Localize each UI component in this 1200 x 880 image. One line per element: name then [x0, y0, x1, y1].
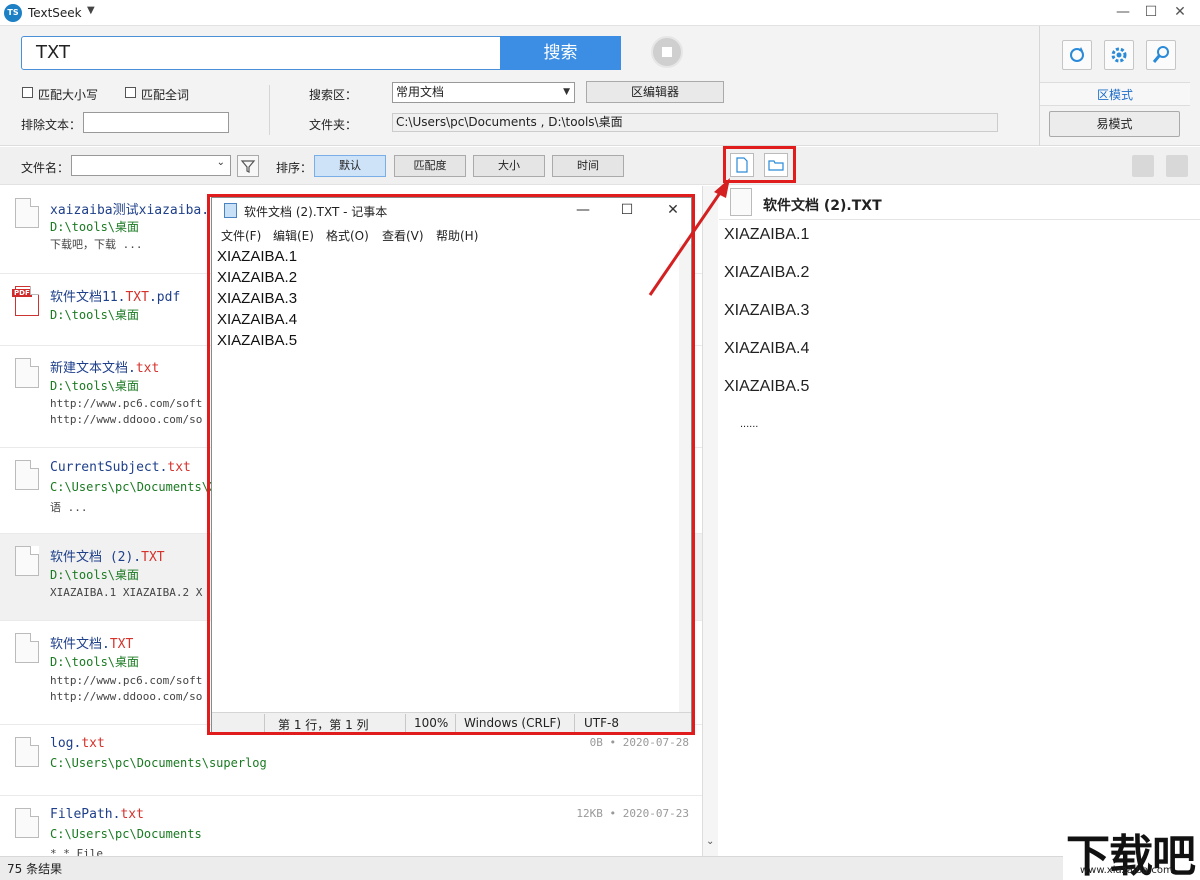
- preview-line: XIAZAIBA.5: [724, 378, 810, 395]
- text-file-icon: [15, 808, 39, 838]
- app-logo-icon: TS: [4, 4, 22, 22]
- text-file-icon: [15, 460, 39, 490]
- result-path: D:\tools\桌面: [50, 568, 140, 582]
- result-filename: 新建文本文档.txt: [50, 361, 160, 376]
- stop-icon: [662, 47, 672, 57]
- list-item[interactable]: log.txt C:\Users\pc\Documents\superlog 0…: [0, 725, 702, 796]
- settings-button[interactable]: [1104, 40, 1134, 70]
- result-snippet: 下载吧，下载 ...: [50, 238, 143, 251]
- stop-button[interactable]: [651, 36, 683, 68]
- pdf-file-icon: PDF: [12, 286, 39, 316]
- result-path: D:\tools\桌面: [50, 655, 140, 669]
- search-input[interactable]: TXT: [21, 36, 501, 70]
- text-file-icon: [15, 633, 39, 663]
- watermark-url: www.xiazaiba.com: [1080, 865, 1173, 876]
- text-file-icon: [15, 198, 39, 228]
- exclude-input[interactable]: [83, 112, 229, 133]
- result-snippet: * * File: [50, 847, 103, 856]
- folder-icon: [768, 160, 784, 171]
- folder-label: 文件夹：: [309, 118, 358, 132]
- dropdown-arrow-icon: ▼: [563, 87, 570, 97]
- result-filename: log.txt: [50, 736, 105, 751]
- result-snippet: http://www.pc6.com/soft: [50, 674, 203, 687]
- list-item[interactable]: FilePath.txt C:\Users\pc\Documents * * F…: [0, 796, 702, 856]
- match-case-checkbox[interactable]: [22, 87, 33, 98]
- preview-title: 软件文档 (2).TXT: [763, 198, 882, 214]
- zone-label: 搜索区：: [309, 88, 358, 102]
- easy-mode-button[interactable]: 易模式: [1049, 111, 1180, 137]
- result-filename: 软件文档 (2).TXT: [50, 550, 165, 565]
- folder-path-field[interactable]: C:\Users\pc\Documents , D:\tools\桌面: [392, 113, 998, 132]
- copy-icon[interactable]: [1132, 155, 1154, 177]
- sort-default-button[interactable]: 默认: [314, 155, 386, 177]
- notepad-highlight: [207, 194, 695, 735]
- result-filename: CurrentSubject.txt: [50, 460, 191, 475]
- sort-time-button[interactable]: 时间: [552, 155, 624, 177]
- result-filename: FilePath.txt: [50, 807, 144, 822]
- match-case-label: 匹配大小写: [38, 88, 99, 102]
- refresh-icon: [1070, 47, 1084, 62]
- filter-button[interactable]: [237, 155, 259, 177]
- result-path: D:\tools\桌面: [50, 308, 140, 322]
- text-file-icon: [15, 358, 39, 388]
- export-icon[interactable]: [1166, 155, 1188, 177]
- sort-relevance-button[interactable]: 匹配度: [394, 155, 466, 177]
- app-title: TextSeek: [28, 6, 82, 20]
- zone-select-value: 常用文档: [396, 85, 445, 99]
- result-path: C:\Users\pc\Documents: [50, 827, 202, 841]
- match-word-label: 匹配全词: [141, 88, 190, 102]
- annotation-arrow: [648, 178, 730, 296]
- result-snippet: http://www.pc6.com/soft: [50, 397, 203, 410]
- result-snippet: XIAZAIBA.1 XIAZAIBA.2 X: [50, 586, 203, 599]
- status-bar: [0, 856, 1200, 880]
- preview-line: XIAZAIBA.4: [724, 340, 810, 357]
- result-path: D:\tools\桌面: [50, 379, 140, 393]
- result-snippet: 语 ...: [50, 501, 88, 514]
- title-bar: [0, 0, 1200, 26]
- search-button[interactable]: 搜索: [500, 36, 621, 70]
- result-count: 75 条结果: [7, 862, 63, 876]
- close-button[interactable]: ✕: [1162, 0, 1198, 24]
- result-snippet: http://www.ddooo.com/so: [50, 413, 203, 426]
- chevron-down-icon: ⌄: [216, 157, 225, 168]
- zone-mode-tab[interactable]: 区模式: [1040, 82, 1190, 106]
- zone-select[interactable]: 常用文档 ▼: [392, 82, 575, 103]
- preview-line: XIAZAIBA.3: [724, 302, 810, 319]
- exclude-label: 排除文本：: [21, 118, 82, 132]
- header-divider: [269, 85, 270, 135]
- find-button[interactable]: [1146, 40, 1176, 70]
- result-path: C:\Users\pc\Documents\X: [50, 480, 217, 494]
- filename-filter-select[interactable]: ⌄: [71, 155, 231, 176]
- open-folder-button[interactable]: [764, 153, 788, 177]
- app-menu-caret-icon[interactable]: ▼: [87, 5, 95, 16]
- scroll-down-icon: ⌄: [706, 836, 715, 847]
- preview-pane: [719, 186, 1200, 856]
- search-icon: [1152, 46, 1169, 63]
- gear-icon: [1111, 47, 1127, 63]
- match-word-checkbox[interactable]: [125, 87, 136, 98]
- filter-icon: [240, 160, 256, 173]
- preview-ellipsis: ......: [740, 418, 759, 430]
- preview-divider: [719, 219, 1200, 220]
- filename-label: 文件名：: [21, 161, 70, 175]
- result-path: D:\tools\桌面: [50, 220, 140, 234]
- result-filename: 软件文档11.TXT.pdf: [50, 290, 181, 305]
- sort-label: 排序：: [276, 161, 313, 175]
- result-meta: 12KB • 2020-07-23: [576, 807, 689, 820]
- result-path: C:\Users\pc\Documents\superlog: [50, 756, 267, 770]
- text-file-icon: [15, 546, 39, 576]
- zone-editor-button[interactable]: 区编辑器: [586, 81, 724, 103]
- result-filename: 软件文档.TXT: [50, 637, 134, 652]
- refresh-button[interactable]: [1062, 40, 1092, 70]
- result-snippet: http://www.ddooo.com/so: [50, 690, 203, 703]
- result-filename: xaizaiba测试xiazaiba.: [50, 203, 210, 218]
- result-meta: 0B • 2020-07-28: [589, 736, 689, 749]
- text-file-icon: [15, 737, 39, 767]
- sort-size-button[interactable]: 大小: [473, 155, 545, 177]
